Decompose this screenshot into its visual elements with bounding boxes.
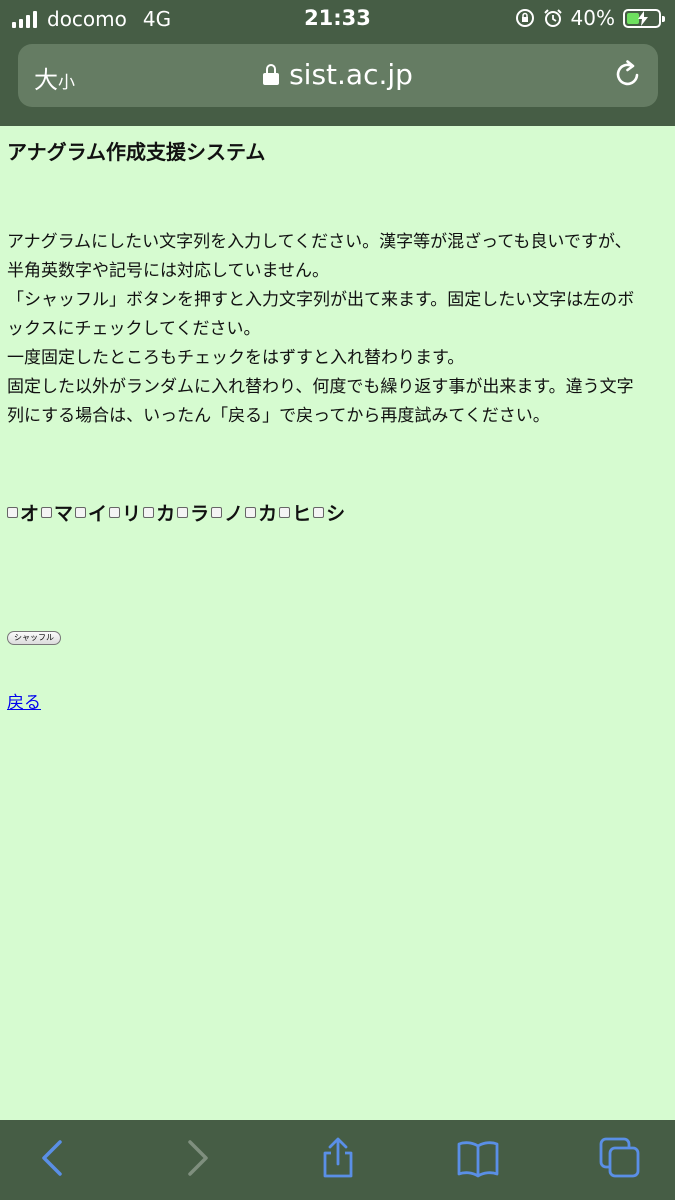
instruction-line: 半角英数字や記号には対応していません。: [7, 261, 329, 281]
char-label: ノ: [224, 503, 244, 525]
char-item: イ: [75, 499, 109, 526]
back-arrow-icon[interactable]: [32, 1136, 76, 1180]
status-bar: docomo 4G 21:33 40%: [0, 0, 675, 38]
address-bar[interactable]: 大小 sist.ac.jp: [18, 44, 658, 107]
instructions: アナグラムにしたい文字列を入力してください。漢字等が混ざっても良いですが、 半角…: [7, 228, 669, 431]
instruction-line: アナグラムにしたい文字列を入力してください。漢字等が混ざっても良いですが、: [7, 232, 632, 252]
char-label: カ: [156, 503, 176, 525]
tabs-icon[interactable]: [598, 1136, 642, 1180]
battery-percent: 40%: [570, 6, 615, 30]
reload-icon[interactable]: [612, 58, 644, 90]
forward-arrow-icon[interactable]: [174, 1136, 218, 1180]
page-content: アナグラム作成支援システム アナグラムにしたい文字列を入力してください。漢字等が…: [0, 126, 675, 1120]
char-item: ノ: [211, 499, 245, 526]
charging-bolt-icon: [638, 10, 648, 26]
fix-checkbox[interactable]: [7, 507, 18, 518]
char-label: ラ: [190, 503, 210, 525]
bookmarks-icon[interactable]: [456, 1136, 500, 1180]
char-item: オ: [7, 499, 41, 526]
char-item: マ: [41, 499, 75, 526]
fix-checkbox[interactable]: [177, 507, 189, 518]
char-item: ヒ: [279, 499, 313, 526]
instruction-line: 「シャッフル」ボタンを押すと入力文字列が出て来ます。固定したい文字は左のボ: [7, 290, 635, 310]
instruction-line: 一度固定したところもチェックをはずすと入れ替わります。: [7, 348, 465, 368]
char-item: カ: [245, 499, 279, 526]
char-label: ヒ: [292, 503, 312, 525]
char-label: オ: [20, 503, 40, 525]
fix-checkbox[interactable]: [245, 507, 257, 518]
lock-icon: [263, 64, 280, 85]
fix-checkbox[interactable]: [75, 507, 87, 518]
char-label: マ: [54, 503, 74, 525]
alarm-icon: [543, 9, 562, 27]
bottom-toolbar: [0, 1120, 675, 1200]
url-text: sist.ac.jp: [289, 58, 413, 91]
char-label: シ: [326, 503, 346, 525]
browser-chrome: 大小 sist.ac.jp: [0, 38, 675, 126]
char-item: カ: [143, 499, 177, 526]
instruction-line: ックスにチェックしてください。: [7, 319, 261, 339]
char-label: イ: [88, 503, 108, 525]
share-icon[interactable]: [316, 1136, 360, 1180]
fix-checkbox[interactable]: [211, 507, 223, 518]
back-link[interactable]: 戻る: [7, 688, 41, 713]
battery-icon: [623, 8, 665, 28]
char-label: リ: [122, 503, 142, 525]
char-label: カ: [258, 503, 278, 525]
shuffle-button[interactable]: シャッフル: [7, 631, 61, 645]
char-item: リ: [109, 499, 143, 526]
page-title: アナグラム作成支援システム: [7, 140, 266, 164]
rotation-lock-icon: [515, 9, 534, 27]
fix-checkbox[interactable]: [279, 507, 291, 518]
status-right: 40%: [515, 6, 665, 30]
fix-checkbox[interactable]: [41, 507, 53, 518]
fix-checkbox[interactable]: [109, 507, 121, 518]
instruction-line: 列にする場合は、いったん「戻る」で戻ってから再度試みてください。: [7, 406, 550, 426]
url-display[interactable]: sist.ac.jp: [18, 58, 658, 91]
fix-checkbox[interactable]: [313, 507, 325, 518]
char-item: シ: [313, 499, 347, 526]
fix-checkbox[interactable]: [143, 507, 155, 518]
instruction-line: 固定した以外がランダムに入れ替わり、何度でも繰り返す事が出来ます。違う文字: [7, 377, 634, 397]
char-item: ラ: [177, 499, 211, 526]
character-row: オ マ イ リ カ ラ ノ カ ヒ シ: [7, 499, 347, 526]
